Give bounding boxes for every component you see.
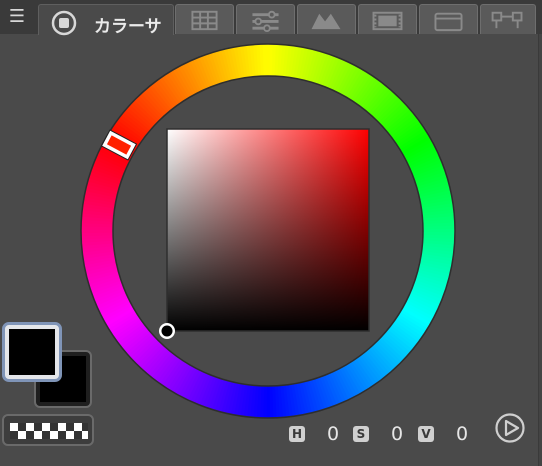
brightness-value[interactable]: 0 (456, 423, 468, 445)
saturation-value[interactable]: 0 (391, 423, 403, 445)
play-circle-icon[interactable] (494, 412, 526, 444)
saturation-key-badge: S (353, 426, 369, 442)
main-color-fill (9, 329, 55, 375)
transparent-color-swatch[interactable] (2, 414, 94, 446)
main-color-swatch[interactable] (2, 322, 62, 382)
sv-cursor[interactable] (159, 323, 175, 339)
value-key-badge: V (418, 426, 434, 442)
transparency-checker (10, 423, 88, 439)
saturation-value-square[interactable] (166, 128, 370, 332)
hue-key-badge: H (289, 426, 305, 442)
hue-value[interactable]: 0 (327, 423, 339, 445)
